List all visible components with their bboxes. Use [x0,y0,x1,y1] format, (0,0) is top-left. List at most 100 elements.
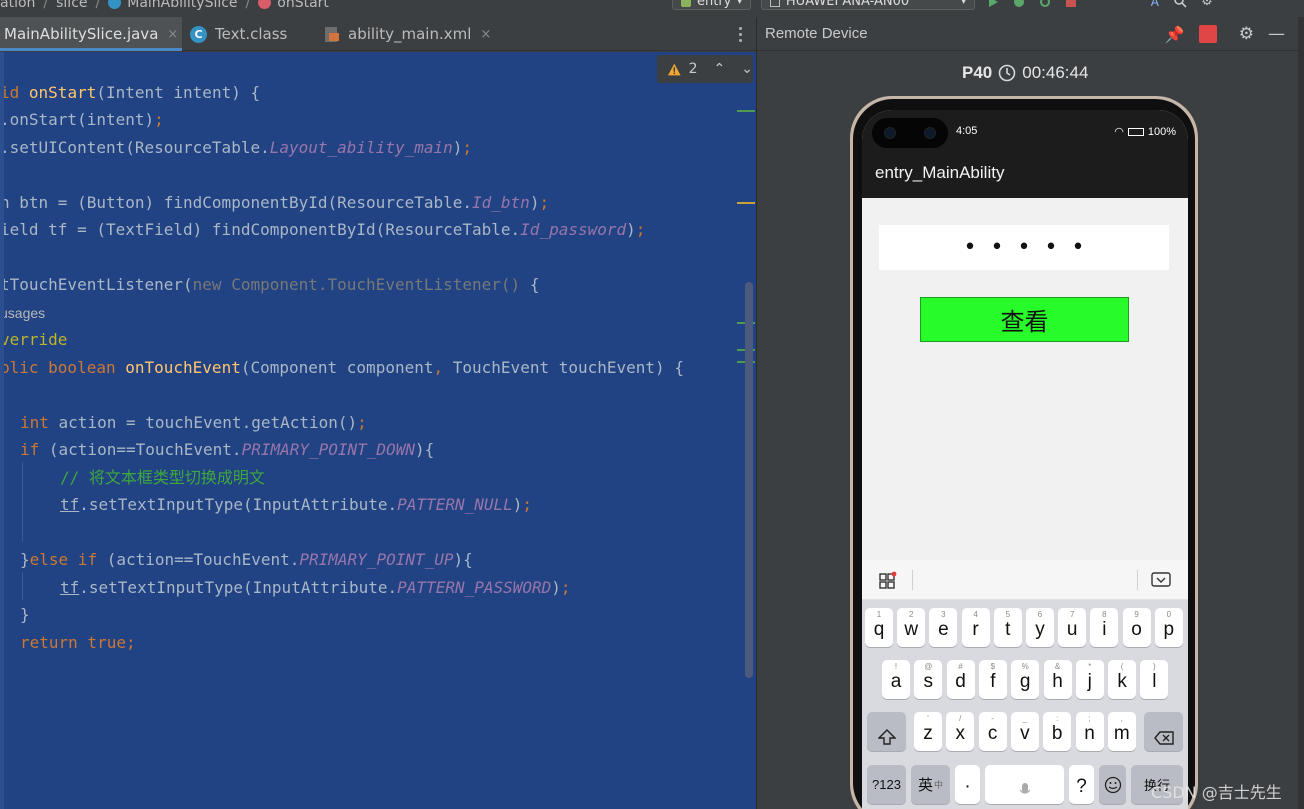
gear-icon[interactable]: ⚙ [1239,24,1254,44]
key-b[interactable]: :b [1043,712,1072,751]
shift-key[interactable] [867,712,906,751]
key-label: k [1117,671,1127,692]
run-button[interactable] [985,0,1001,9]
view-button[interactable]: 查看 [920,297,1129,342]
code-line: int action = touchEvent.getAction(); [20,413,367,432]
symbols-key[interactable]: ?123 [867,765,906,804]
code-line: .onStart(intent); [0,110,164,129]
ide-window: ation / slice / MainAbilitySlice / onSta… [0,0,1304,809]
previous-highlight-icon[interactable]: ⌃ [714,61,726,77]
attach-button[interactable] [1037,0,1053,9]
key-s[interactable]: @ s [914,660,943,699]
space-key[interactable] [985,765,1064,804]
device-name: P40 [962,63,993,82]
device-icon [769,0,780,7]
key-j[interactable]: * j [1075,660,1104,699]
module-selector[interactable]: entry ▾ [672,0,751,10]
key-r[interactable]: 4r [961,608,990,647]
close-icon[interactable]: × [167,27,178,42]
chevron-down-icon: ▾ [961,0,966,7]
tab-overflow-menu-icon[interactable] [732,24,748,44]
close-icon[interactable]: × [480,27,491,42]
password-field[interactable]: ••••• [879,225,1169,270]
next-highlight-icon[interactable]: ⌄ [741,61,753,77]
question-key[interactable]: ? [1069,765,1094,804]
debug-button[interactable] [1011,0,1027,9]
key-v[interactable]: _ v [1010,712,1039,751]
emoji-key[interactable] [1099,765,1126,804]
key-y[interactable]: 6y [1026,608,1054,647]
key-p[interactable]: 0p [1154,608,1183,647]
key-h[interactable]: & h [1043,660,1072,699]
key-e[interactable]: 3e [929,608,958,647]
key-secondary-label: 7 [1069,610,1075,619]
code-content: id onStart(Intent intent) { .onStart(int… [0,52,684,652]
minimize-icon[interactable]: — [1268,24,1285,44]
breadcrumb-item-class[interactable]: MainAbilitySlice [127,0,237,11]
stop-button[interactable] [1063,0,1079,9]
key-u[interactable]: 7u [1058,608,1087,647]
translate-button[interactable]: A [1147,0,1163,9]
emoji-icon [1104,776,1121,793]
key-q[interactable]: 1q [865,608,893,647]
code-line: .setUIContent(ResourceTable.Layout_abili… [0,138,473,157]
language-key[interactable]: 英 中 [911,765,950,804]
breadcrumb-item-package[interactable]: ation [0,0,35,11]
key-label: q [873,619,885,640]
tab-mainabilityslice[interactable]: MainAbilitySlice.java × [0,17,182,51]
dot-key[interactable]: · [955,765,980,804]
key-label: c [987,723,998,744]
key-n[interactable]: ; n [1075,712,1104,751]
key-label: r [972,619,979,640]
method-icon [258,0,272,9]
key-label: g [1019,671,1031,692]
key-d[interactable]: # d [946,660,975,699]
key-o[interactable]: 9o [1122,608,1151,647]
key-g[interactable]: % g [1011,660,1040,699]
inspection-widget[interactable]: 2 ⌃ ⌄ [657,55,753,83]
key-secondary-label: 0 [1166,610,1172,619]
usages-hint[interactable]: usages [0,302,45,324]
breadcrumb-item-slice[interactable]: slice [56,0,87,11]
key-c[interactable]: -c [978,712,1007,751]
code-editor[interactable]: 2 ⌃ ⌄ id onStart(Intent intent) { .onSta… [0,52,756,809]
backspace-key[interactable] [1144,712,1183,751]
key-f[interactable]: $ f [978,660,1007,699]
phone-screen: 4:05 ◠ 100% entry_MainAbility ••••• 查看 ?… [862,110,1188,809]
shift-icon [877,729,896,745]
hide-keyboard-icon[interactable] [1151,572,1171,588]
key-label: y [1035,619,1045,640]
tab-ability-main-xml[interactable]: ability_main.xml × [324,17,494,51]
stop-remote-button[interactable] [1198,25,1217,43]
key-z[interactable]: ' z [914,712,942,751]
key-x[interactable]: / x [946,712,975,751]
key-t[interactable]: 5t [993,608,1022,647]
search-button[interactable] [1173,0,1189,9]
tab-text-class[interactable]: C Text.class [190,17,308,51]
pin-icon[interactable]: 📌 [1165,25,1185,44]
apps-grid-icon[interactable] [879,571,897,589]
stop-icon [1065,0,1076,7]
key-w[interactable]: 2w [897,608,926,647]
editor-scrollbar[interactable] [745,282,753,678]
code-line: }else if (action==TouchEvent.PRIMARY_POI… [20,550,473,569]
breadcrumb-item-method[interactable]: onStart [277,0,329,11]
app-title: entry_MainAbility [875,163,1005,182]
key-label: u [1066,619,1078,640]
class-icon [108,0,122,9]
key-k[interactable]: (k [1108,660,1137,699]
key-i[interactable]: 8i [1090,608,1119,647]
key-label: h [1052,671,1063,692]
module-selector-label: entry [697,0,732,9]
key-l[interactable]: ) l [1140,660,1169,699]
key-m[interactable]: ,m [1107,712,1136,751]
key-label: l [1152,671,1157,692]
key-label: e [938,619,949,640]
settings-button[interactable]: ⚙ [1199,0,1215,9]
key-secondary-label: : [1056,714,1059,723]
code-line: n btn = (Button) findComponentById(Resou… [0,193,550,212]
key-secondary-label: 6 [1037,610,1043,619]
key-a[interactable]: ! a [882,660,910,699]
view-button-label: 查看 [1000,308,1049,336]
device-selector[interactable]: HUAWEI ANA-AN00 ▾ [760,0,975,10]
